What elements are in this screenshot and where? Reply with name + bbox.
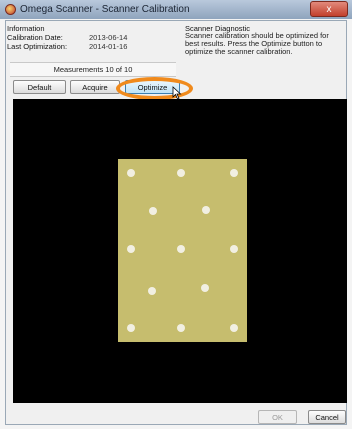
calibration-dot	[177, 245, 185, 253]
measurements-label: Measurements 10 of 10	[53, 65, 133, 74]
calibration-dot	[230, 169, 238, 177]
calibration-dot	[230, 245, 238, 253]
calibration-date-value: 2013-06-14	[89, 33, 128, 42]
calibration-dot	[177, 169, 185, 177]
calibration-dot	[230, 324, 238, 332]
window-title: Omega Scanner - Scanner Calibration	[20, 4, 190, 15]
information-title: Information	[7, 24, 45, 33]
calibration-dot	[201, 284, 209, 292]
calibration-date-label: Calibration Date:	[7, 33, 63, 42]
calibration-dot	[177, 324, 185, 332]
title-bar: Omega Scanner - Scanner Calibration x	[0, 0, 352, 19]
last-optimization-value: 2014-01-16	[89, 42, 128, 51]
default-button[interactable]: Default	[13, 80, 66, 94]
app-icon	[5, 4, 16, 15]
diagnostic-group: Scanner Diagnostic Scanner calibration s…	[185, 24, 347, 64]
measurements-status: Measurements 10 of 10	[10, 62, 176, 77]
calibration-card	[118, 159, 247, 342]
acquire-button[interactable]: Acquire	[70, 80, 120, 94]
diagnostic-text: Scanner calibration should be optimized …	[185, 31, 329, 56]
cancel-button[interactable]: Cancel	[308, 410, 346, 424]
close-button[interactable]: x	[310, 1, 348, 17]
calibration-dot	[202, 206, 210, 214]
ok-button[interactable]: OK	[258, 410, 297, 424]
last-optimization-label: Last Optimization:	[7, 42, 68, 51]
information-group: Information Calibration Date: 2013-06-14…	[7, 24, 179, 64]
calibration-dot	[127, 169, 135, 177]
calibration-dot	[149, 207, 157, 215]
calibration-dot	[127, 324, 135, 332]
mouse-pointer-icon	[172, 86, 182, 100]
calibration-dot	[148, 287, 156, 295]
calibration-dot	[127, 245, 135, 253]
